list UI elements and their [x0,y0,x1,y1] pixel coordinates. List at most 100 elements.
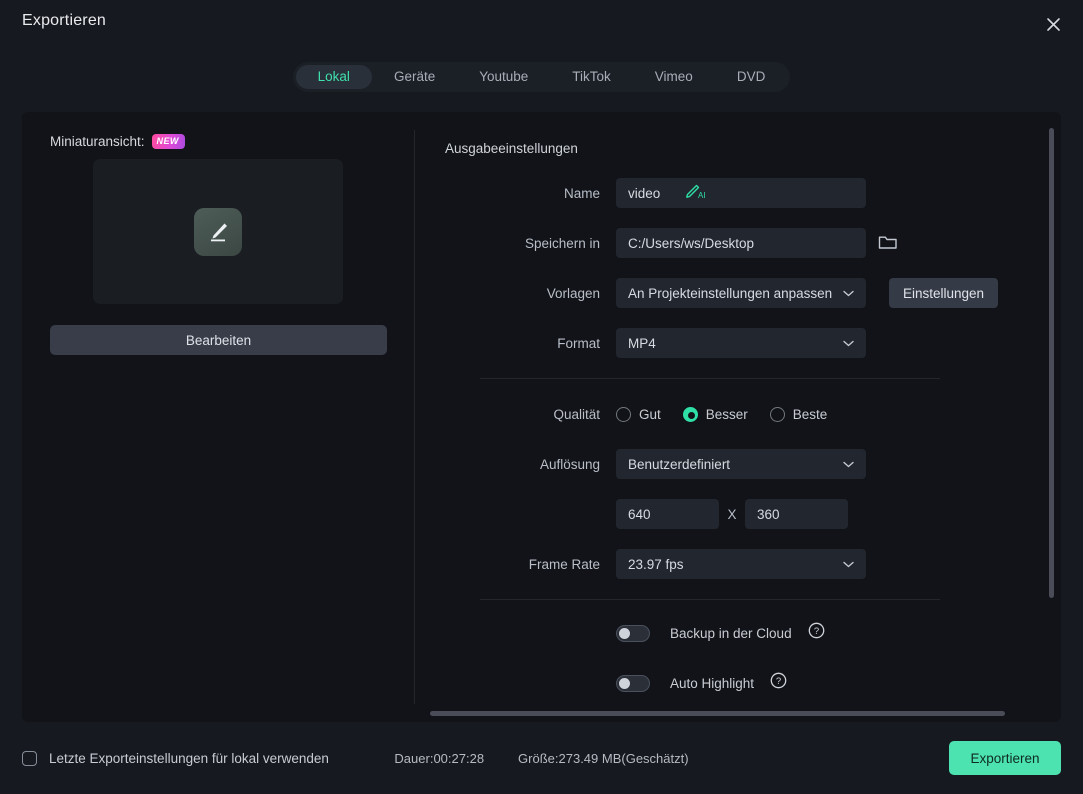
tab-youtube[interactable]: Youtube [457,65,550,89]
row-save-in: Speichern in [415,228,1061,258]
tab-geraete[interactable]: Geräte [372,65,457,89]
title-bar: Exportieren [0,0,1083,48]
quality-option-label: Beste [792,406,828,422]
thumbnail-label: Miniaturansicht: [50,134,145,149]
export-button[interactable]: Exportieren [949,741,1061,775]
reuse-settings-label: Letzte Exporteinstellungen für lokal ver… [49,750,329,766]
save-in-input[interactable] [616,228,866,258]
checkbox-icon [22,750,37,766]
row-name: Name AI [415,178,1061,208]
close-button[interactable] [1037,8,1069,40]
help-circle-icon[interactable]: ? [808,622,825,644]
help-circle-glyph-icon: ? [808,622,824,639]
svg-text:AI: AI [698,191,706,200]
help-circle-glyph-icon: ? [770,672,787,689]
name-label: Name [563,185,600,201]
row-templates: Vorlagen An Projekteinstellungen anpasse… [415,278,1061,308]
templates-value: An Projekteinstellungen anpassen [628,285,833,301]
edit-pencil-icon [194,207,242,256]
format-value: MP4 [628,335,656,351]
auto-highlight-label: Auto Highlight [670,675,755,691]
frame-rate-label: Frame Rate [528,556,600,572]
page-title: Exportieren [22,12,107,29]
duration-text: Dauer:00:27:28 [394,750,485,766]
toggle-knob-icon [619,677,630,689]
help-circle-icon[interactable]: ? [770,672,787,694]
frame-rate-value: 23.97 fps [628,556,684,572]
quality-option-label: Besser [705,406,748,422]
dimension-fields: X [616,499,848,529]
pencil-glyph-icon [211,223,227,241]
templates-select[interactable]: An Projekteinstellungen anpassen [616,278,866,308]
chevron-down-icon [843,461,854,467]
resolution-select[interactable]: Benutzerdefiniert [616,449,866,479]
resolution-label: Auflösung [539,456,600,472]
edit-thumbnail-button[interactable]: Bearbeiten [50,325,387,355]
format-select[interactable]: MP4 [616,328,866,358]
dialog-footer: Letzte Exporteinstellungen für lokal ver… [0,722,1083,794]
reuse-settings-checkbox[interactable]: Letzte Exporteinstellungen für lokal ver… [22,750,329,766]
row-frame-rate: Frame Rate 23.97 fps [415,549,1061,579]
output-settings-title: Ausgabeeinstellungen [445,141,578,156]
toggle-knob-icon [619,627,630,639]
format-label: Format [557,335,600,351]
quality-option-label: Gut [639,406,661,422]
quality-radio-gut[interactable]: Gut [616,406,661,422]
radio-dot-selected-icon [682,406,698,422]
tab-vimeo[interactable]: Vimeo [633,65,715,89]
divider-quality [480,378,940,379]
folder-icon[interactable] [878,234,898,256]
quality-radio-group: Gut Besser Beste [616,406,828,422]
row-format: Format MP4 [415,328,1061,358]
export-dialog: Exportieren Lokal Geräte Youtube TikTok … [0,0,1083,794]
quality-label: Qualität [553,406,600,422]
tab-bar: Lokal Geräte Youtube TikTok Vimeo DVD [0,48,1083,106]
ai-pencil-icon[interactable]: AI [683,181,709,210]
row-dimensions: X [415,499,1061,529]
ai-pencil-glyph-icon: AI [686,184,706,200]
tab-group: Lokal Geräte Youtube TikTok Vimeo DVD [292,62,791,92]
row-resolution: Auflösung Benutzerdefiniert [415,449,1061,479]
height-input[interactable] [745,499,848,529]
dialog-body: Miniaturansicht: NEW Bearbeiten Ausgabee… [22,112,1061,722]
thumbnail-panel: Miniaturansicht: NEW Bearbeiten [22,112,415,722]
tab-lokal[interactable]: Lokal [295,65,372,89]
settings-rows: Name AI Speichern in [415,178,1061,696]
row-quality: Qualität Gut Besser Beste [415,399,1061,429]
frame-rate-select[interactable]: 23.97 fps [616,549,866,579]
output-settings-panel: Ausgabeeinstellungen Name AI [415,112,1061,722]
tab-dvd[interactable]: DVD [715,65,788,89]
save-in-label: Speichern in [524,235,600,251]
vertical-scrollbar[interactable] [1049,128,1054,598]
thumbnail-preview[interactable] [93,159,343,304]
dimension-separator: X [727,506,737,522]
close-icon [1046,17,1060,31]
templates-settings-button[interactable]: Einstellungen [889,278,999,308]
resolution-value: Benutzerdefiniert [628,456,731,472]
folder-glyph-icon [878,236,897,249]
name-field-wrap [616,178,866,208]
row-auto-highlight: Auto Highlight ? [415,670,1061,696]
svg-text:?: ? [776,676,781,687]
divider-toggles [480,599,940,600]
horizontal-scrollbar[interactable] [430,711,1005,716]
row-cloud-backup: Backup in der Cloud ? [415,620,1061,646]
size-text: Größe:273.49 MB(Geschätzt) [518,750,689,766]
chevron-down-icon [843,340,854,346]
radio-dot-icon [616,406,631,422]
templates-label: Vorlagen [546,285,600,301]
auto-highlight-toggle[interactable] [616,674,650,692]
thumbnail-header: Miniaturansicht: NEW [50,134,387,149]
new-badge: NEW [151,134,185,149]
cloud-backup-toggle[interactable] [616,624,650,642]
name-input[interactable] [616,178,866,208]
width-input[interactable] [616,499,719,529]
chevron-down-icon [843,561,854,567]
quality-radio-beste[interactable]: Beste [769,406,828,422]
tab-tiktok[interactable]: TikTok [550,65,633,89]
svg-text:?: ? [813,626,818,637]
cloud-backup-label: Backup in der Cloud [670,625,792,641]
save-in-field-wrap [616,228,897,258]
radio-dot-icon [769,406,785,422]
quality-radio-besser[interactable]: Besser [682,406,748,422]
